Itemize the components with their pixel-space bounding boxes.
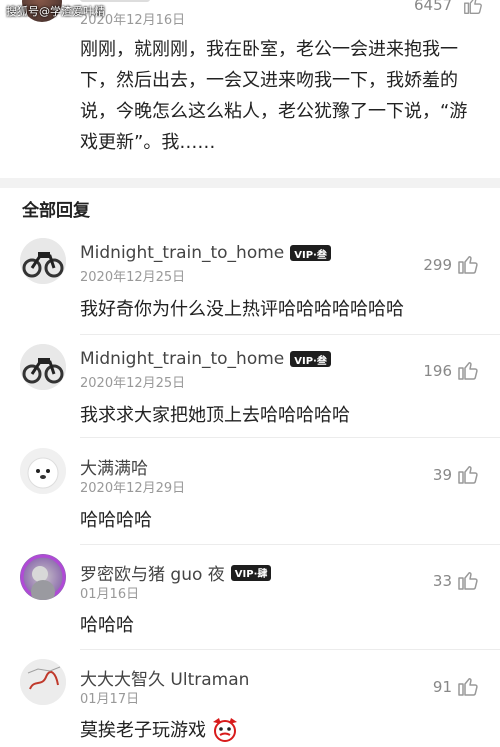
section-divider [0,178,500,188]
top-post: 2020年12月16日 6457 刚刚，就刚刚，我在卧室，老公一会进来抱我一下，… [0,0,500,178]
motorcycle-avatar-icon [20,344,66,390]
divider [80,544,500,545]
vip-badge: VIP·肆 [230,564,272,581]
comment-text: 我求求大家把她顶上去哈哈哈哈哈 [80,405,350,426]
avatar[interactable] [20,659,66,705]
motorcycle-avatar-icon [20,238,66,284]
thumbs-up-icon[interactable] [456,674,480,698]
comment-like-count: 196 [423,362,452,380]
comment-date: 2020年12月29日 [80,481,186,496]
commenter-name[interactable]: Midnight_train_to_home [80,349,284,369]
thumbs-up-icon[interactable] [456,568,480,592]
thumbs-up-icon[interactable] [462,0,484,16]
comment-like-count: 91 [432,678,452,696]
vip-badge: VIP·叁 [290,351,331,367]
user-avatar-icon [20,554,66,600]
divider [80,334,500,335]
comment-date: 01月17日 [80,692,140,707]
thumbs-up-icon[interactable] [456,358,480,382]
comment-date: 01月16日 [80,587,140,602]
top-post-like-count: 6457 [414,0,453,14]
comment-text: 我好奇你为什么没上热评哈哈哈哈哈哈哈 [80,299,404,320]
comment-text: 哈哈哈哈 [80,510,152,531]
comment-like-count: 33 [432,572,452,590]
comment-date: 2020年12月25日 [80,376,186,391]
map-avatar-icon [20,659,66,705]
commenter-name[interactable]: Midnight_train_to_home [80,243,284,263]
top-post-body: 刚刚，就刚刚，我在卧室，老公一会进来抱我一下，然后出去，一会又进来吻我一下，我娇… [80,39,468,153]
commenter-name[interactable]: 罗密欧与猪 guo 夜 [80,560,225,585]
commenter-name[interactable]: 大大大智久 Ultraman [80,665,249,690]
comment-text: 莫挨老子玩游戏 [80,720,206,741]
commenter-name[interactable]: 大满满哈 [80,454,148,479]
avatar[interactable] [20,344,66,390]
comment-like-count: 299 [423,256,452,274]
avatar[interactable] [20,554,66,600]
avatar[interactable] [20,238,66,284]
watermark: 搜狐号@学渣爱叶精 [6,5,105,18]
thumbs-up-icon[interactable] [456,462,480,486]
thumbs-up-icon[interactable] [456,252,480,276]
comment-date: 2020年12月25日 [80,270,186,285]
vip-badge: VIP·叁 [290,245,331,261]
comment-like-count: 39 [432,466,452,484]
angry-face-emoji-icon [213,718,237,742]
section-title: 全部回复 [22,201,90,221]
divider [80,437,500,438]
white-dog-avatar-icon [20,448,66,494]
divider [80,649,500,650]
comment-text: 哈哈哈 [80,615,134,636]
top-post-author[interactable] [80,0,150,2]
avatar[interactable] [20,448,66,494]
